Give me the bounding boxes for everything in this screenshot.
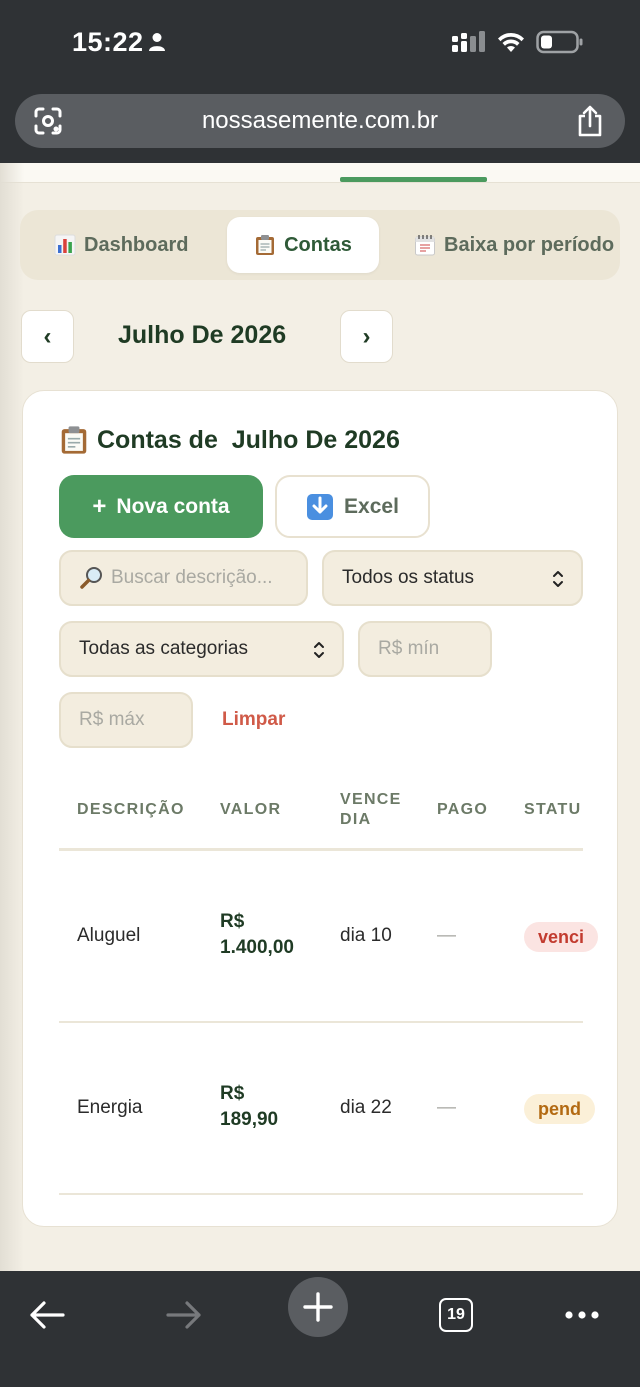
- prev-month-button[interactable]: ‹: [21, 310, 74, 363]
- page-header-strip: [0, 163, 640, 183]
- cell-valor-amount: 189,90: [220, 1109, 279, 1130]
- status-filter-select[interactable]: Todos os status: [322, 550, 583, 606]
- min-value-placeholder: R$ mín: [378, 638, 440, 659]
- cell-vence: dia 22: [340, 1097, 392, 1118]
- tab-baixa-label: Baixa por período: [444, 233, 615, 256]
- battery-icon: [536, 30, 583, 54]
- cellular-signal-icon: [452, 31, 485, 52]
- browser-bottom-toolbar: 19: [0, 1271, 640, 1387]
- cell-vence: dia 10: [340, 925, 392, 946]
- web-page: Dashboard Contas Baixa por período ‹ Jul…: [0, 163, 640, 1271]
- tab-dashboard[interactable]: Dashboard: [40, 217, 202, 273]
- cell-valor-amount: 1.400,00: [220, 937, 294, 958]
- back-button[interactable]: [15, 1283, 79, 1347]
- card-title: Contas de Julho De 2026: [59, 425, 400, 455]
- max-value-placeholder: R$ máx: [79, 709, 145, 730]
- plus-icon: +: [92, 492, 107, 520]
- new-account-label: Nova conta: [116, 494, 230, 518]
- category-filter-value: Todas as categorias: [79, 638, 248, 659]
- column-header-status[interactable]: STATU: [524, 800, 581, 820]
- cell-valor-currency: R$: [220, 1083, 245, 1104]
- tab-dashboard-label: Dashboard: [84, 233, 189, 256]
- table-header: DESCRIÇÃO VALOR VENCE DIA PAGO STATU: [59, 781, 583, 851]
- new-tab-button[interactable]: [288, 1277, 348, 1337]
- tab-count-box: 19: [439, 1298, 473, 1332]
- forward-button[interactable]: [152, 1283, 216, 1347]
- section-tabs: Dashboard Contas Baixa por período: [20, 210, 620, 280]
- month-navigator: ‹ Julho De 2026 ›: [21, 310, 393, 363]
- column-header-pago[interactable]: PAGO: [437, 800, 488, 820]
- tab-contas-label: Contas: [284, 233, 352, 256]
- search-placeholder: Buscar descrição...: [111, 567, 273, 588]
- url-text[interactable]: nossasemente.com.br: [15, 107, 625, 135]
- magnifier-icon: [80, 567, 102, 589]
- card-title-text: Contas de Julho De 2026: [97, 425, 400, 454]
- month-title: Julho De 2026: [118, 321, 287, 349]
- back-arrow-icon: [30, 1301, 65, 1329]
- tab-switcher-button[interactable]: 19: [424, 1283, 488, 1347]
- status-time: 15:22: [72, 27, 144, 57]
- accounts-card: Contas de Julho De 2026 + Nova conta Exc…: [22, 390, 618, 1227]
- share-icon[interactable]: [575, 104, 605, 138]
- select-chevron-icon: [553, 571, 563, 587]
- column-header-valor[interactable]: VALOR: [220, 800, 281, 820]
- more-dots-icon: [565, 1311, 599, 1319]
- bar-chart-icon: [54, 234, 76, 256]
- new-account-button[interactable]: + Nova conta: [59, 475, 263, 538]
- next-month-button[interactable]: ›: [340, 310, 393, 363]
- cell-pago: —: [437, 925, 456, 946]
- excel-export-button[interactable]: Excel: [275, 475, 430, 538]
- plus-icon: [303, 1292, 333, 1322]
- address-bar[interactable]: nossasemente.com.br: [15, 94, 625, 148]
- cell-pago: —: [437, 1097, 456, 1118]
- status-filter-value: Todos os status: [342, 567, 475, 588]
- max-value-input[interactable]: R$ máx: [59, 692, 193, 748]
- tab-contas[interactable]: Contas: [227, 217, 379, 273]
- table-row[interactable]: Aluguel R$ 1.400,00 dia 10 — venci: [59, 852, 599, 1023]
- table-row[interactable]: Energia R$ 189,90 dia 22 — pend: [59, 1024, 595, 1195]
- status-icons: [452, 28, 584, 56]
- wifi-icon: [498, 32, 524, 52]
- min-value-input[interactable]: R$ mín: [358, 621, 492, 677]
- clipboard-icon: [256, 235, 275, 255]
- tab-count: 19: [447, 1306, 465, 1323]
- column-header-descricao[interactable]: DESCRIÇÃO: [77, 800, 185, 820]
- forward-arrow-icon: [166, 1301, 201, 1329]
- browser-top-chrome: 15:22 nossasemente.com.br: [0, 0, 640, 163]
- column-header-vence-dia[interactable]: VENCE DIA: [340, 790, 402, 830]
- category-filter-select[interactable]: Todas as categorias: [59, 621, 344, 677]
- active-section-indicator: [340, 177, 487, 182]
- select-chevron-icon: [314, 642, 324, 658]
- status-badge: pend: [524, 1094, 595, 1124]
- status-badge: venci: [524, 922, 599, 952]
- cell-descricao: Aluguel: [77, 925, 141, 946]
- more-menu-button[interactable]: [550, 1283, 614, 1347]
- cell-descricao: Energia: [77, 1097, 143, 1118]
- calendar-icon: [415, 235, 435, 256]
- clipboard-icon: [61, 426, 87, 454]
- tab-baixa-por-periodo[interactable]: Baixa por período: [400, 217, 628, 273]
- person-icon: [149, 33, 165, 51]
- download-arrow-icon: [307, 493, 334, 520]
- clear-filters-link[interactable]: Limpar: [222, 709, 285, 731]
- excel-label: Excel: [344, 494, 399, 518]
- cell-valor-currency: R$: [220, 911, 245, 932]
- search-input[interactable]: Buscar descrição...: [59, 550, 308, 606]
